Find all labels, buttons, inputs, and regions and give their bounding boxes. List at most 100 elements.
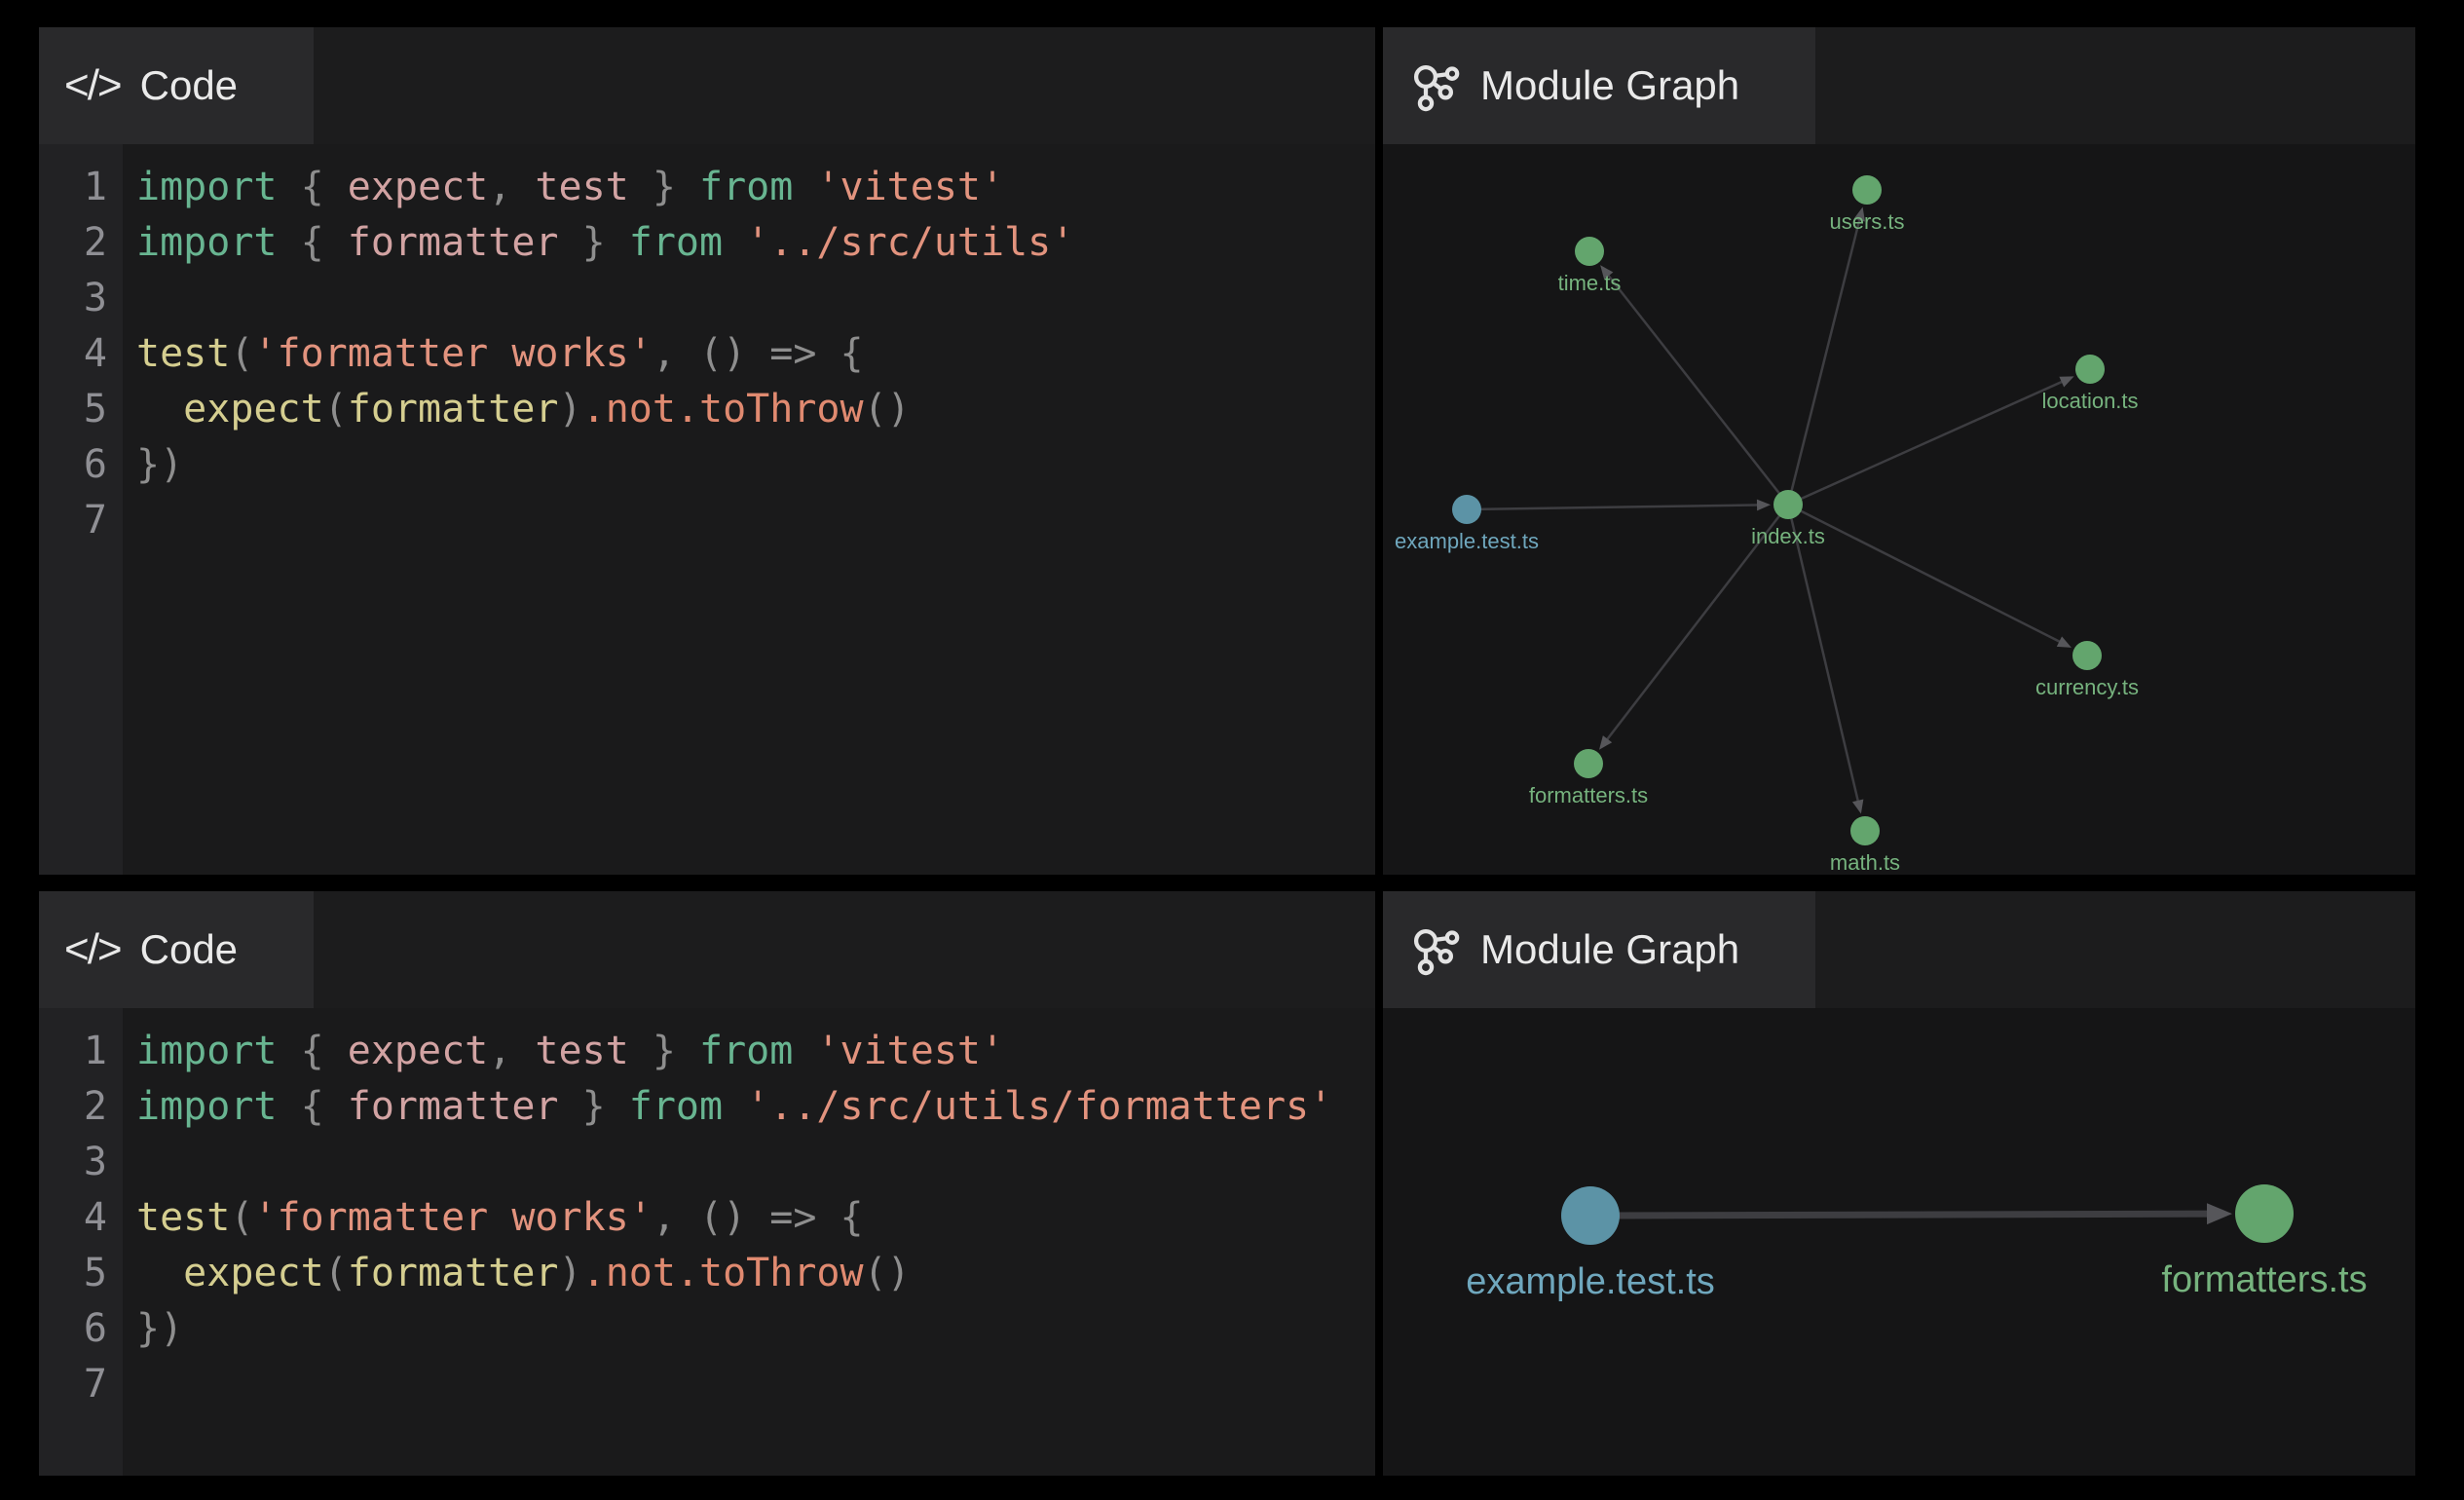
tab-module-graph-label: Module Graph [1480,62,1739,109]
code-token-st: 'vitest' [816,165,1004,209]
graph-node-label-users.ts: users.ts [1829,209,1904,234]
tab-module-graph-label: Module Graph [1480,926,1739,973]
code-line: 1import { expect, test } from 'vitest' [39,160,1375,215]
code-token-pn: ) [559,1251,582,1295]
module-graph-panel-bottom: Module Graph example.test.ts formatters.t… [1383,891,2415,1476]
code-line-content: expect(formatter).not.toThrow() [123,382,911,437]
code-token-st: '../src/utils' [746,220,1074,265]
line-number: 7 [39,493,123,548]
code-token-pn [136,387,183,431]
graph-edge [1467,505,1763,509]
code-token-pn: } [629,165,699,209]
graph-node-example.test.ts[interactable] [1452,495,1481,524]
code-token-pn: { [278,1029,348,1073]
code-token-pn: ( [230,331,253,376]
module-graph-svg-top[interactable]: users.tstime.tslocation.tsexample.test.t… [1383,144,2415,875]
graph-node-users.ts[interactable] [1852,175,1882,205]
tab-module-graph-top[interactable]: Module Graph [1383,27,1815,144]
code-token-st: 'formatter works' [253,1195,652,1240]
code-panel-top-header: </> Code [39,27,1375,144]
module-graph-panel-top: Module Graph users.tstime.tslocation.tse… [1383,27,2415,875]
code-token-id: expect [348,1029,489,1073]
tab-code-bottom[interactable]: </> Code [39,891,314,1008]
code-token-pn: { [278,1084,348,1129]
code-panel-bottom: </> Code 1import { expect, test } from '… [39,891,1375,1476]
code-panel-bottom-header: </> Code [39,891,1375,1008]
code-token-pn: }) [136,442,183,487]
code-token-pn: }) [136,1306,183,1351]
code-token-kw: from [699,1029,793,1073]
code-editor-top: 1import { expect, test } from 'vitest'2i… [39,144,1375,875]
graph-node-time.ts[interactable] [1575,237,1604,266]
graph-node-label-time.ts: time.ts [1558,271,1622,295]
graph-edge [1788,505,1859,806]
line-number: 7 [39,1357,123,1412]
graph-edge-arrowhead [2207,1203,2232,1224]
code-token-id: test [535,1029,628,1073]
code-token-pn: { [278,220,348,265]
graph-edge-arrowhead [1852,800,1863,814]
line-number: 6 [39,1301,123,1357]
line-number: 3 [39,1135,123,1190]
code-token-pn: } [559,220,629,265]
code-line-content [123,493,136,548]
line-number: 4 [39,326,123,382]
code-token-pn: , () => { [653,1195,864,1240]
graph-node-math.ts[interactable] [1850,816,1880,845]
tab-code-top[interactable]: </> Code [39,27,314,144]
code-token-pn: , () => { [653,331,864,376]
code-token-fn: test [136,331,230,376]
code-line: 6}) [39,1301,1375,1357]
code-line-content: }) [123,437,183,493]
code-token-kw: import [136,220,278,265]
code-icon: </> [64,61,121,110]
code-token-pn: ) [559,387,582,431]
line-number: 3 [39,271,123,326]
code-line-content [123,1135,136,1190]
code-line-content: import { formatter } from '../src/utils' [123,215,1074,271]
graph-node-label-formatters.ts: formatters.ts [1529,783,1648,807]
graph-node-label-formatters.ts: formatters.ts [2161,1259,2367,1300]
module-graph-svg-bottom[interactable]: example.test.ts formatters.ts [1383,1008,2415,1476]
tab-module-graph-bottom[interactable]: Module Graph [1383,891,1815,1008]
code-token-st: 'vitest' [816,1029,1004,1073]
graph-edge-arrowhead [1757,500,1771,511]
vitest-ui-screenshot: { "colors": { "keyword": "#68b591", "pun… [0,0,2464,1500]
line-number: 6 [39,437,123,493]
graph-node-label-example.test.ts: example.test.ts [1466,1261,1715,1302]
code-token-pn: , [488,165,535,209]
module-graph-icon [1408,923,1461,976]
module-graph-bottom-header: Module Graph [1383,891,2415,1008]
code-token-id: formatter [348,1084,559,1129]
graph-node-location.ts[interactable] [2075,355,2105,384]
graph-node-currency.ts[interactable] [2072,641,2102,670]
graph-node-formatters.ts[interactable] [1574,749,1603,778]
code-token-fn: formatter [348,1251,559,1295]
graph-edge [1605,272,1788,505]
code-token-fn: formatter [348,387,559,431]
code-token-pn: () [864,387,911,431]
code-token-fn: test [136,1195,230,1240]
line-number: 4 [39,1190,123,1246]
code-line-content: import { formatter } from '../src/utils/… [123,1079,1332,1135]
line-number: 5 [39,382,123,437]
code-line: 5 expect(formatter).not.toThrow() [39,382,1375,437]
graph-node-example.test.ts[interactable] [1561,1186,1620,1245]
code-token-st: '../src/utils/formatters' [746,1084,1332,1129]
graph-node-label-location.ts: location.ts [2041,389,2138,413]
code-token-id: formatter [348,220,559,265]
graph-node-index.ts[interactable] [1773,490,1803,519]
graph-node-formatters.ts[interactable] [2235,1184,2294,1243]
code-token-pn [136,1251,183,1295]
code-line: 7 [39,493,1375,548]
code-line: 7 [39,1357,1375,1412]
code-editor-bottom: 1import { expect, test } from 'vitest'2i… [39,1008,1375,1476]
code-line: 2import { formatter } from '../src/utils… [39,215,1375,271]
graph-edge [1788,380,2067,505]
line-number: 5 [39,1246,123,1301]
graph-edge [1590,1214,2217,1216]
line-number: 2 [39,215,123,271]
line-number: 1 [39,1024,123,1079]
code-line-content: expect(formatter).not.toThrow() [123,1246,911,1301]
code-line-content: import { expect, test } from 'vitest' [123,160,1004,215]
